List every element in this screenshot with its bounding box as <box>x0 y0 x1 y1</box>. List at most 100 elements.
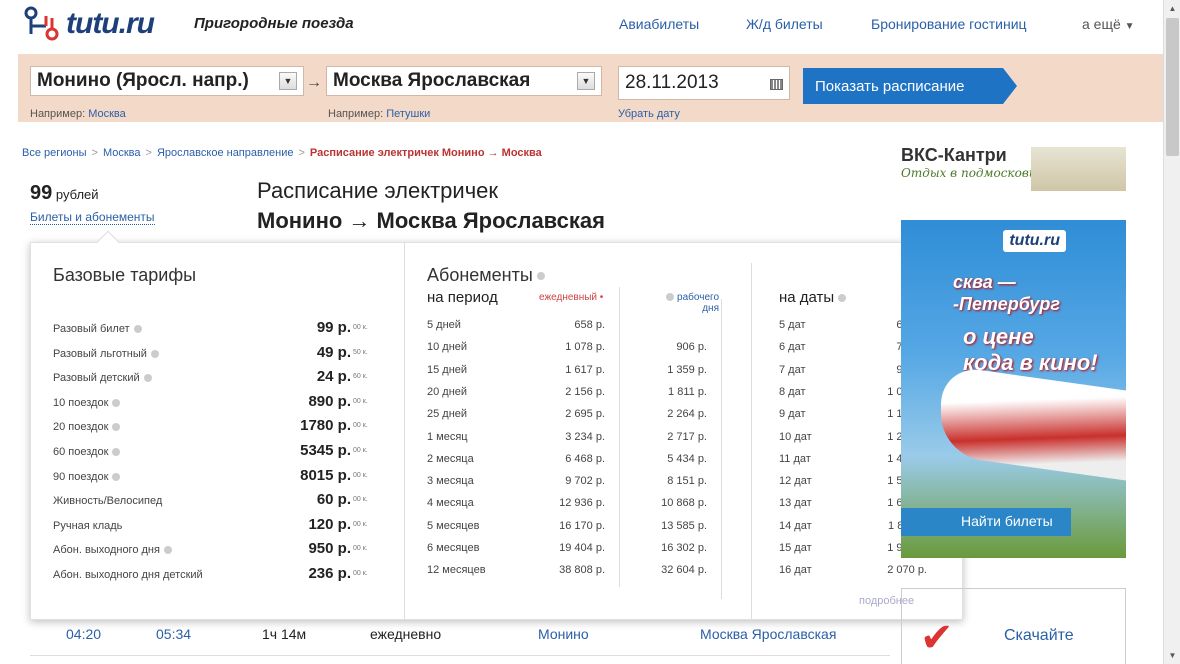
info-icon[interactable] <box>536 272 545 281</box>
dates-count-cell: 10 дат <box>779 430 812 443</box>
price-value: 99 <box>30 182 53 204</box>
ad-vks-country[interactable]: ВКС-Кантри Отдых в подмосковье <box>901 145 1126 193</box>
info-icon[interactable] <box>112 448 121 457</box>
fare-name: Разовый детский <box>53 372 152 384</box>
fare-name-text: 90 поездок <box>53 470 109 483</box>
fare-name-text: Разовый билет <box>53 323 130 335</box>
period-cell: 2 месяца <box>427 452 474 465</box>
nav-link-rail[interactable]: Ж/д билеты <box>746 16 823 32</box>
tickets-link[interactable]: Билеты и абонементы <box>30 210 155 225</box>
search-bar: Монино (Яросл. напр.) ▼ → Москва Ярослав… <box>18 54 1163 122</box>
fare-kopecks: 60 к. <box>353 373 368 381</box>
scrollbar[interactable]: ▲ ▼ <box>1163 0 1180 664</box>
info-icon[interactable] <box>112 398 121 407</box>
to-station-field[interactable]: Москва Ярославская ▼ <box>326 66 602 96</box>
remove-date-hint: Убрать дату <box>618 108 680 120</box>
list-item: 10 поездок 890 р. 00 к. <box>53 393 383 415</box>
date-value: 28.11.2013 <box>625 72 719 93</box>
fare-kopecks: 50 к. <box>353 348 368 356</box>
list-item: 90 поездок 8015 р. 00 к. <box>53 467 383 489</box>
to-hint-link[interactable]: Петушки <box>386 108 430 120</box>
dates-count-cell: 12 дат <box>779 475 812 488</box>
show-schedule-button[interactable]: Показать расписание <box>803 68 1017 104</box>
from-station-link[interactable]: Монино <box>538 626 589 642</box>
info-icon[interactable] <box>666 293 675 302</box>
banner-text-line: о цене <box>963 324 1034 349</box>
info-icon[interactable] <box>112 472 121 481</box>
to-hint-prefix: Например: <box>328 108 384 120</box>
dates-count-cell: 16 дат <box>779 564 812 577</box>
more-menu-label: а ещё <box>1082 16 1121 32</box>
arrow-right-icon: → <box>306 74 322 91</box>
logo[interactable]: tutu.ru <box>22 4 155 44</box>
calendar-icon[interactable] <box>770 79 783 90</box>
table-row[interactable]: 04:20 05:34 1ч 14м ежедневно Монино Моск… <box>30 624 890 646</box>
fare-name-text: Абон. выходного дня <box>53 544 160 557</box>
chevron-down-icon: ▼ <box>581 76 591 86</box>
info-icon[interactable] <box>150 349 159 358</box>
fare-name: 90 поездок <box>53 470 121 483</box>
fare-kopecks: 00 к. <box>353 471 368 479</box>
daily-price-cell: 38 808 р. <box>559 564 605 577</box>
logo-text: tutu.ru <box>66 7 155 40</box>
travel-duration: 1ч 14м <box>262 626 307 642</box>
scroll-down-icon[interactable]: ▼ <box>1164 647 1180 664</box>
daily-price-cell: 6 468 р. <box>565 452 605 465</box>
more-menu[interactable]: а ещё ▼ <box>1082 16 1135 32</box>
dates-header: на даты <box>779 289 847 306</box>
price-unit: рублей <box>55 187 99 202</box>
from-station-field[interactable]: Монино (Яросл. напр.) ▼ <box>30 66 304 96</box>
breadcrumb-all-regions[interactable]: Все регионы <box>22 147 87 159</box>
to-dropdown-button[interactable]: ▼ <box>577 72 595 90</box>
daily-price-cell: 2 695 р. <box>565 408 605 421</box>
ad-banner-sapsan[interactable]: tutu.ru сква — -Петербург о цене кода в … <box>901 220 1126 558</box>
workday-column-label: рабочего дня <box>677 292 719 314</box>
fare-name-text: Ручная кладь <box>53 519 123 532</box>
nav-link-avia[interactable]: Авиабилеты <box>619 16 699 32</box>
fare-name: Разовый билет <box>53 323 142 335</box>
scrollbar-thumb[interactable] <box>1166 18 1179 156</box>
period-cell: 3 месяца <box>427 475 474 488</box>
table-row: 4 месяца12 936 р.10 868 р.13 дат1 682 р. <box>427 497 927 519</box>
banner-find-tickets-button[interactable]: Найти билеты <box>901 508 1071 536</box>
fare-price: 890 р. <box>308 392 351 410</box>
fare-name: 10 поездок <box>53 397 121 409</box>
info-icon[interactable] <box>133 325 142 334</box>
fare-name: Абон. выходного дня <box>53 544 172 556</box>
info-icon[interactable] <box>838 294 847 303</box>
table-row: 25 дней2 695 р.2 264 р.9 дат1 164 р. <box>427 408 927 430</box>
from-hint-prefix: Например: <box>30 108 86 120</box>
daily-column-header: ежедневный • <box>539 292 603 303</box>
dates-count-cell: 5 дат <box>779 319 806 331</box>
workday-price-cell: 5 434 р. <box>667 452 707 465</box>
from-dropdown-button[interactable]: ▼ <box>279 72 297 90</box>
departure-time[interactable]: 04:20 <box>66 626 101 642</box>
fare-name: 60 поездок <box>53 446 121 458</box>
dates-count-cell: 13 дат <box>779 497 812 510</box>
table-row: 5 дней658 р.5 дат647 р. <box>427 319 927 341</box>
breadcrumb-moscow[interactable]: Москва <box>103 147 141 159</box>
banner-text-line: -Петербург <box>953 294 1061 314</box>
period-cell: 15 дней <box>427 363 468 376</box>
ticket-price: 99 рублей <box>30 182 99 205</box>
run-days: ежедневно <box>370 626 442 642</box>
nav-link-hotels[interactable]: Бронирование гостиниц <box>871 16 1027 32</box>
info-icon[interactable] <box>163 546 172 555</box>
breadcrumb-yaroslavl[interactable]: Ярославское направление <box>157 147 294 159</box>
info-icon[interactable] <box>143 374 152 383</box>
to-station-link[interactable]: Москва Ярославская <box>700 626 836 642</box>
arrival-time[interactable]: 05:34 <box>156 626 191 642</box>
dates-price-cell: 2 070 р. <box>887 564 927 577</box>
info-icon[interactable] <box>112 423 121 432</box>
scroll-up-icon[interactable]: ▲ <box>1164 0 1180 17</box>
date-field[interactable]: 28.11.2013 <box>618 66 790 100</box>
fares-popup: Базовые тарифы Разовый билет 99 р. 00 к. Ра… <box>30 242 963 621</box>
dates-count-cell: 7 дат <box>779 363 806 376</box>
fare-price: 950 р. <box>308 540 351 558</box>
table-row: 6 месяцев19 404 р.16 302 р.15 дат1 941 р… <box>427 542 927 564</box>
from-hint-link[interactable]: Москва <box>88 108 126 120</box>
period-cell: 12 месяцев <box>427 564 486 577</box>
download-link[interactable]: Скачайте <box>1004 627 1074 645</box>
remove-date-link[interactable]: Убрать дату <box>618 108 680 120</box>
period-cell: 20 дней <box>427 385 468 398</box>
